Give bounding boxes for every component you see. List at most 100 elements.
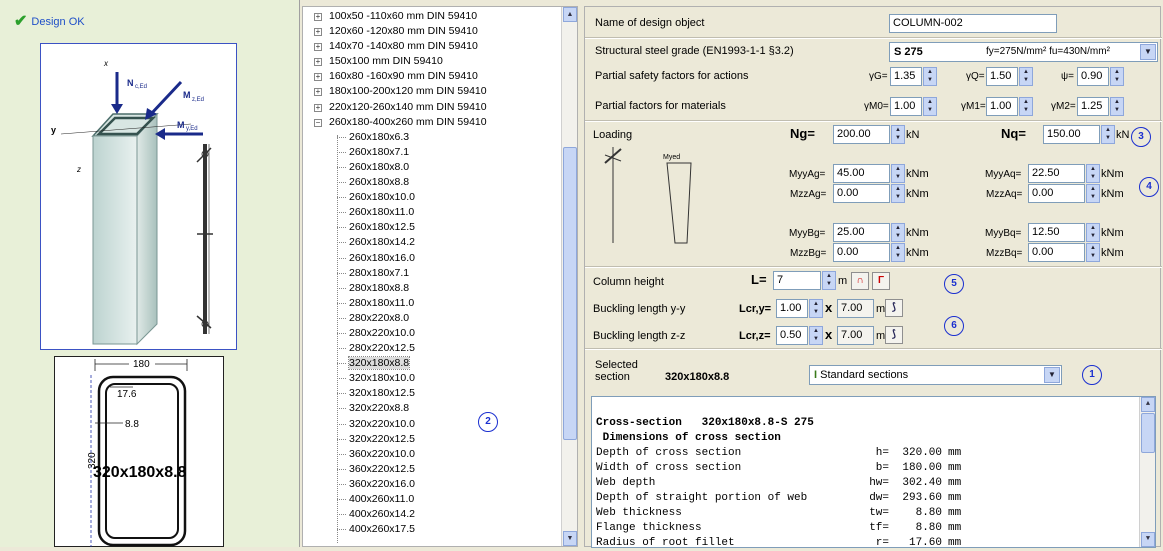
gamma-g-input[interactable]: 1.35 xyxy=(890,67,922,86)
tree-item[interactable]: 400x260x14.2 xyxy=(313,507,553,522)
scroll-down-button[interactable]: ▼ xyxy=(1141,532,1155,547)
tree-group[interactable]: +120x60 -120x80 mm DIN 59410 xyxy=(313,24,553,39)
lcry-input[interactable]: 1.00 xyxy=(776,299,808,318)
gamma-m0-stepper[interactable]: ▲ ▼ xyxy=(923,97,937,116)
ng-input[interactable]: 200.00 xyxy=(833,125,890,144)
mzzaq-stepper[interactable]: ▲ ▼ xyxy=(1086,184,1100,203)
expand-icon[interactable]: + xyxy=(314,88,322,97)
section-tree[interactable]: +100x50 -110x60 mm DIN 59410 +120x60 -120… xyxy=(302,6,578,547)
tree-item[interactable]: 260x180x10.0 xyxy=(313,190,553,205)
myyag-input[interactable]: 45.00 xyxy=(833,164,890,183)
buckling-y-icon[interactable]: ⟆ xyxy=(885,299,903,317)
tree-item[interactable]: 260x180x16.0 xyxy=(313,251,553,266)
tree-scrollbar[interactable]: ▲ ▼ xyxy=(561,7,577,546)
gamma-m1-stepper[interactable]: ▲ ▼ xyxy=(1019,97,1033,116)
tree-item[interactable]: 400x260x11.0 xyxy=(313,492,553,507)
myyaq-stepper[interactable]: ▲ ▼ xyxy=(1086,164,1100,183)
lcrz-input[interactable]: 0.50 xyxy=(776,326,808,345)
tree-item[interactable]: 280x180x11.0 xyxy=(313,296,553,311)
tree-group[interactable]: +180x100-200x120 mm DIN 59410 xyxy=(313,84,553,99)
tree-item[interactable]: 280x220x8.0 xyxy=(313,311,553,326)
tree-item[interactable]: 260x180x6.3 xyxy=(313,130,553,145)
section-type-select[interactable]: I Standard sections ▼ xyxy=(809,365,1062,385)
tree-item[interactable]: 280x220x12.5 xyxy=(313,341,553,356)
tree-item[interactable]: 260x180x12.5 xyxy=(313,220,553,235)
gamma-g-stepper[interactable]: ▲ ▼ xyxy=(923,67,937,86)
gamma-m2-stepper[interactable]: ▲ ▼ xyxy=(1110,97,1124,116)
tree-item[interactable]: 320x220x12.5 xyxy=(313,432,553,447)
tree-item[interactable]: 360x220x16.0 xyxy=(313,477,553,492)
tree-item[interactable]: 360x220x10.0 xyxy=(313,447,553,462)
myyag-stepper[interactable]: ▲ ▼ xyxy=(891,164,905,183)
scroll-thumb[interactable] xyxy=(1141,413,1155,453)
expand-icon[interactable]: + xyxy=(314,103,322,112)
scroll-up-button[interactable]: ▲ xyxy=(1141,397,1155,412)
tree-item[interactable]: 320x180x12.5 xyxy=(313,386,553,401)
tree-item[interactable]: 400x260x17.5 xyxy=(313,522,553,537)
lcrz-stepper[interactable]: ▲ ▼ xyxy=(809,326,823,345)
gamma-m2-input[interactable]: 1.25 xyxy=(1077,97,1109,116)
mzzbq-stepper[interactable]: ▲ ▼ xyxy=(1086,243,1100,262)
mzzbg-input[interactable]: 0.00 xyxy=(833,243,890,262)
myybg-input[interactable]: 25.00 xyxy=(833,223,890,242)
myybg-stepper[interactable]: ▲ ▼ xyxy=(891,223,905,242)
steel-grade-select[interactable]: S 275 fy=275N/mm² fu=430N/mm² ▼ xyxy=(889,42,1158,62)
tree-group[interactable]: −260x180-400x260 mm DIN 59410 xyxy=(313,115,553,130)
collapse-icon[interactable]: − xyxy=(314,118,322,127)
tree-item[interactable]: 260x180x14.2 xyxy=(313,235,553,250)
chevron-down-icon[interactable]: ▼ xyxy=(1140,44,1156,60)
gamma-q-stepper[interactable]: ▲ ▼ xyxy=(1019,67,1033,86)
scroll-down-button[interactable]: ▼ xyxy=(563,531,577,546)
calculation-report[interactable]: Cross-section 320x180x8.8-S 275 Dimensio… xyxy=(591,396,1156,548)
mzzag-stepper[interactable]: ▲ ▼ xyxy=(891,184,905,203)
column-height-input[interactable]: 7 xyxy=(773,271,821,290)
tree-item[interactable]: 260x180x8.8 xyxy=(313,175,553,190)
chevron-down-icon[interactable]: ▼ xyxy=(1044,367,1060,383)
myyaq-input[interactable]: 22.50 xyxy=(1028,164,1085,183)
tree-item[interactable]: 280x180x7.1 xyxy=(313,266,553,281)
myybq-stepper[interactable]: ▲ ▼ xyxy=(1086,223,1100,242)
design-name-input[interactable]: COLUMN-002 xyxy=(889,14,1057,33)
tree-item[interactable]: 320x220x8.8 xyxy=(313,401,553,416)
expand-icon[interactable]: + xyxy=(314,73,322,82)
tree-item[interactable]: 360x220x12.5 xyxy=(313,462,553,477)
tree-item[interactable]: 280x180x8.8 xyxy=(313,281,553,296)
ng-stepper[interactable]: ▲ ▼ xyxy=(891,125,905,144)
column-height-stepper[interactable]: ▲ ▼ xyxy=(822,271,836,290)
gamma-m0-input[interactable]: 1.00 xyxy=(890,97,922,116)
expand-icon[interactable]: + xyxy=(314,28,322,37)
report-scrollbar[interactable]: ▲ ▼ xyxy=(1139,397,1155,547)
mzzbg-stepper[interactable]: ▲ ▼ xyxy=(891,243,905,262)
psi-input[interactable]: 0.90 xyxy=(1077,67,1109,86)
gamma-m1-input[interactable]: 1.00 xyxy=(986,97,1018,116)
tree-item[interactable]: 320x180x10.0 xyxy=(313,371,553,386)
myybq-input[interactable]: 12.50 xyxy=(1028,223,1085,242)
mzzbq-input[interactable]: 0.00 xyxy=(1028,243,1085,262)
tree-group[interactable]: +150x100 mm DIN 59410 xyxy=(313,54,553,69)
gamma-q-input[interactable]: 1.50 xyxy=(986,67,1018,86)
psi-stepper[interactable]: ▲ ▼ xyxy=(1110,67,1124,86)
tree-group[interactable]: +100x50 -110x60 mm DIN 59410 xyxy=(313,9,553,24)
expand-icon[interactable]: + xyxy=(314,43,322,52)
support-pinned-icon[interactable]: ∩ xyxy=(851,272,869,290)
expand-icon[interactable]: + xyxy=(314,58,322,67)
scroll-thumb[interactable] xyxy=(563,147,577,440)
expand-icon[interactable]: + xyxy=(314,13,322,21)
buckling-z-icon[interactable]: ⟆ xyxy=(885,326,903,344)
tree-item[interactable]: 320x180x8.8 xyxy=(313,356,553,371)
lcry-stepper[interactable]: ▲ ▼ xyxy=(809,299,823,318)
nq-stepper[interactable]: ▲ ▼ xyxy=(1101,125,1115,144)
tree-item[interactable]: 260x180x8.0 xyxy=(313,160,553,175)
tree-group[interactable]: +220x120-260x140 mm DIN 59410 xyxy=(313,100,553,115)
mzzaq-input[interactable]: 0.00 xyxy=(1028,184,1085,203)
mzzag-input[interactable]: 0.00 xyxy=(833,184,890,203)
tree-item[interactable]: 260x180x11.0 xyxy=(313,205,553,220)
tree-item[interactable]: 320x220x10.0 xyxy=(313,417,553,432)
support-fixed-icon[interactable]: Γ xyxy=(872,272,890,290)
tree-group[interactable]: +160x80 -160x90 mm DIN 59410 xyxy=(313,69,553,84)
tree-item[interactable]: 280x220x10.0 xyxy=(313,326,553,341)
tree-item[interactable]: 260x180x7.1 xyxy=(313,145,553,160)
tree-group[interactable]: +140x70 -140x80 mm DIN 59410 xyxy=(313,39,553,54)
nq-input[interactable]: 150.00 xyxy=(1043,125,1100,144)
scroll-up-button[interactable]: ▲ xyxy=(563,7,577,22)
